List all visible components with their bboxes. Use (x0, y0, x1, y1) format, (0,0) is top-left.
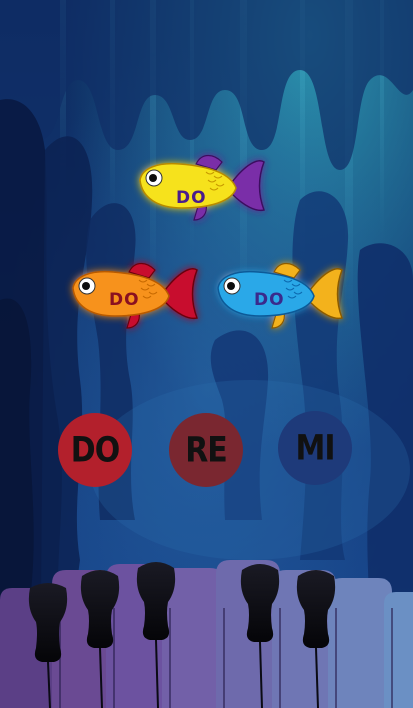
note-button-mi[interactable]: MI (278, 411, 352, 485)
fish-orange[interactable]: DO (69, 258, 199, 338)
piano-keyboard (0, 560, 413, 708)
fish-note-label: DO (254, 290, 285, 310)
fish-note-label: DO (176, 188, 207, 208)
note-button-do[interactable]: DO (58, 413, 132, 487)
white-key-c2[interactable] (384, 592, 413, 708)
white-keys (0, 560, 413, 708)
note-button-label: MI (295, 427, 335, 469)
game-stage: DO DO DO DO RE MI (0, 0, 413, 708)
note-button-label: DO (70, 429, 120, 471)
note-button-label: RE (185, 429, 228, 471)
note-button-re[interactable]: RE (169, 413, 243, 487)
fish-note-label: DO (109, 290, 140, 310)
white-key-b[interactable] (328, 578, 392, 708)
fish-blue[interactable]: DO (214, 258, 344, 338)
fish-yellow[interactable]: DO (136, 150, 266, 230)
